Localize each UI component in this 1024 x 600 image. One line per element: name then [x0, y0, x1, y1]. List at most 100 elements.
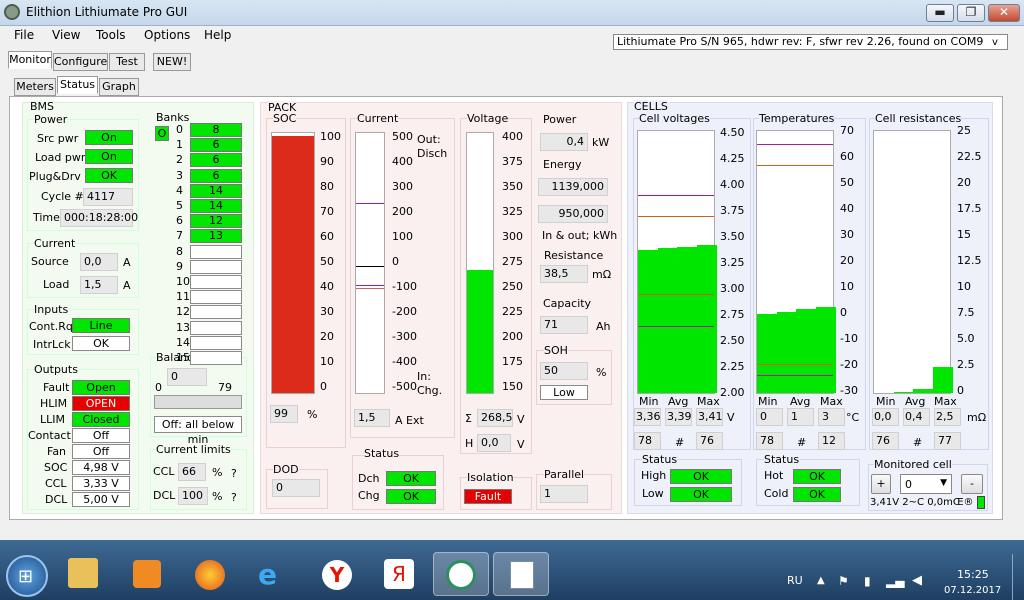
tab-monitor[interactable]: Monitor	[8, 51, 52, 69]
yandex-browser-taskbar-icon[interactable]: Я	[384, 559, 414, 589]
media-player-taskbar-icon[interactable]	[133, 560, 161, 588]
cell-select[interactable]: 0 ▼	[900, 474, 952, 494]
bank-number-12: 12	[176, 305, 190, 319]
bank-number-15: 15	[176, 351, 190, 364]
tray-volume-icon[interactable]: ◀	[912, 573, 922, 588]
tab-meters[interactable]: Meters	[14, 78, 56, 96]
tp-tick: 50	[840, 176, 854, 189]
dod-value: 0	[272, 479, 320, 497]
cv-tick: 2.75	[720, 308, 745, 321]
cycle-label: Cycle #	[41, 190, 84, 203]
tray-network-icon[interactable]: ▂▄	[886, 574, 904, 588]
parallel-title: Parallel	[544, 468, 585, 481]
bank-cell-count-11	[190, 290, 242, 305]
cv-tick: 4.00	[720, 178, 745, 191]
cell-select-value: 0	[905, 478, 912, 491]
resistance-value: 38,5	[540, 265, 588, 283]
tray-expand-icon[interactable]: ▲	[817, 575, 825, 586]
source-unit: A	[123, 256, 131, 269]
tp-tick: -30	[840, 384, 858, 397]
current-tick: 0	[392, 255, 399, 268]
load-unit: A	[123, 279, 131, 292]
tp-status-title: Status	[764, 453, 800, 466]
chevron-down-icon[interactable]: v	[992, 37, 998, 48]
energy-caption: In & out; kWh	[542, 229, 618, 242]
low-indicator: OK	[670, 487, 732, 502]
high-indicator: OK	[670, 469, 732, 484]
h-voltage-unit: V	[517, 438, 525, 451]
tab-new[interactable]: NEW!	[153, 53, 191, 71]
cr-tick: 10	[957, 280, 971, 293]
bank-number-6: 6	[176, 214, 183, 228]
tp-tick: 40	[840, 202, 854, 215]
maximize-button[interactable]: ❐	[957, 4, 985, 22]
cr-max-label: Max	[934, 395, 957, 408]
bank-cell-count-3: 6	[190, 168, 242, 183]
cv-unit: V	[727, 411, 735, 424]
dcl-help-icon[interactable]: ?	[231, 491, 237, 504]
current-tick: 400	[392, 155, 413, 168]
fault-label: Fault	[43, 381, 70, 394]
tab-graph[interactable]: Graph	[99, 78, 139, 96]
cell-minus-button[interactable]: -	[961, 474, 983, 494]
h-voltage-value: 0,0	[477, 434, 511, 452]
bank-number-1: 1	[176, 138, 183, 152]
tp-tick: 30	[840, 228, 854, 241]
tp-min-value: 0	[756, 408, 783, 426]
tab-status[interactable]: Status	[57, 76, 98, 94]
clock-date[interactable]: 07.12.2017	[944, 585, 1001, 596]
hot-label: Hot	[764, 469, 784, 482]
tray-battery-icon[interactable]: ▮	[864, 574, 871, 588]
balance-status: Off: all below min	[154, 416, 242, 446]
intrlck-indicator: OK	[72, 336, 130, 351]
menu-file[interactable]: File	[14, 28, 34, 42]
voltage-tick: 175	[502, 355, 523, 368]
close-button[interactable]: ✕	[988, 4, 1020, 22]
menu-options[interactable]: Options	[144, 28, 190, 42]
ie-taskbar-icon[interactable]: e	[258, 558, 277, 591]
tray-flag-icon[interactable]: ⚑	[838, 574, 849, 588]
yandex-taskbar-icon[interactable]: Y	[322, 560, 352, 590]
cell-plus-button[interactable]: +	[871, 474, 891, 494]
banks-title: Banks	[156, 111, 190, 124]
sum-label: Σ	[465, 412, 472, 425]
cv-tick: 4.50	[720, 126, 745, 139]
cv-max-value: 3,41	[696, 408, 723, 426]
high-label: High	[641, 469, 667, 482]
bank-number-11: 11	[176, 290, 190, 304]
soh-title: SOH	[544, 344, 568, 357]
bank-cell-count-9	[190, 259, 242, 274]
current-bar	[355, 132, 385, 394]
bank-number-3: 3	[176, 168, 183, 182]
cr-avg-value: 0,4	[903, 408, 930, 426]
cr-max-value: 2,5	[934, 408, 961, 426]
current-tick: 200	[392, 205, 413, 218]
menu-help[interactable]: Help	[204, 28, 231, 42]
firefox-taskbar-icon[interactable]	[195, 560, 225, 590]
device-info-combo[interactable]: Lithiumate Pro S/N 965, hdwr rev: F, sfw…	[613, 34, 1008, 50]
bank-cell-count-13	[190, 320, 242, 335]
ccl-limit-label: CCL	[153, 465, 175, 478]
cv-min-value: 3,36	[634, 408, 661, 426]
cv-max-label: Max	[697, 395, 720, 408]
tp-tick: 60	[840, 150, 854, 163]
tab-test[interactable]: Test	[109, 53, 145, 71]
cv-max-cell: 76	[696, 432, 723, 450]
banks-selector[interactable]: O	[155, 126, 169, 141]
fault-indicator: Open	[72, 380, 130, 395]
tab-configure[interactable]: Configure	[53, 53, 108, 71]
menu-tools[interactable]: Tools	[96, 28, 126, 42]
clock-time[interactable]: 15:25	[957, 568, 989, 581]
capacity-value: 71	[540, 316, 588, 334]
resistance-title: Resistance	[544, 249, 604, 262]
menu-view[interactable]: View	[52, 28, 80, 42]
ccl-help-icon[interactable]: ?	[231, 467, 237, 480]
soc-title: SOC	[273, 112, 297, 125]
language-indicator[interactable]: RU	[787, 574, 803, 587]
show-desktop-button[interactable]	[1012, 554, 1024, 600]
temperatures-chart	[756, 130, 836, 394]
power-pack-value: 0,4	[540, 133, 588, 151]
tp-tick: 70	[840, 124, 854, 137]
explorer-taskbar-icon[interactable]	[68, 558, 98, 588]
minimize-button[interactable]: ▬	[926, 4, 954, 22]
